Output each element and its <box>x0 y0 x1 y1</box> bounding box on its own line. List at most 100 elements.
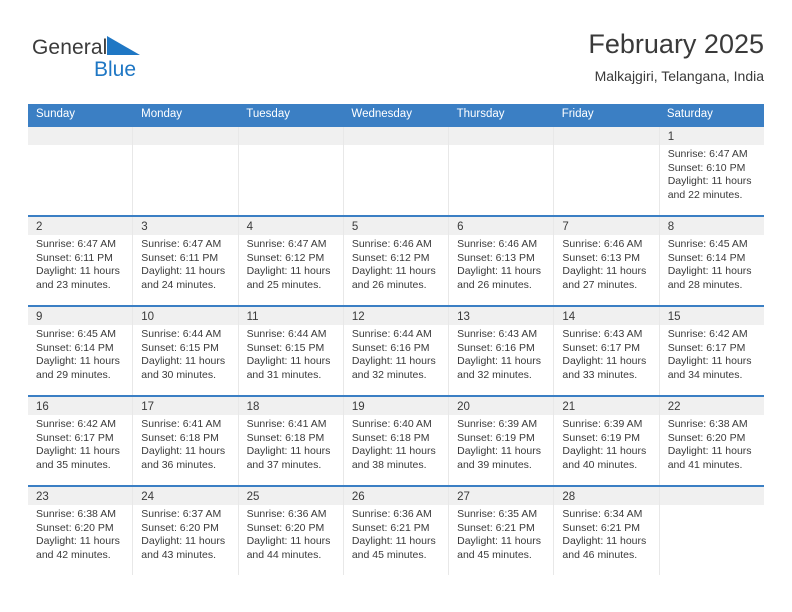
daylight-text-line2: and 32 minutes. <box>351 368 427 381</box>
day-cell[interactable]: 26 Sunrise: 6:36 AM Sunset: 6:21 PM Dayligh… <box>343 487 450 575</box>
sunrise-text: Sunrise: 6:43 AM <box>457 328 538 340</box>
day-number: 18 <box>246 401 260 413</box>
day-cell[interactable]: 1 Sunrise: 6:47 AM Sunset: 6:10 PM Daylight… <box>659 127 764 215</box>
day-cell[interactable] <box>28 127 134 215</box>
daylight-text-line2: and 29 minutes. <box>36 368 111 381</box>
sunset-text: Sunset: 6:16 PM <box>351 341 430 354</box>
daylight-text-line1: Daylight: 11 hours <box>351 265 436 277</box>
daylight-text-line2: and 42 minutes. <box>36 548 111 561</box>
day-cell[interactable]: 16 Sunrise: 6:42 AM Sunset: 6:17 PM Dayligh… <box>28 397 134 485</box>
sunset-text: Sunset: 6:18 PM <box>246 431 325 444</box>
day-number-band: 15 <box>659 307 764 325</box>
sunset-text: Sunset: 6:14 PM <box>36 341 114 354</box>
day-number-band <box>449 127 554 145</box>
daylight-text-line1: Daylight: 11 hours <box>246 535 331 547</box>
daylight-text-line2: and 25 minutes. <box>246 278 322 291</box>
daylight-text-line1: Daylight: 11 hours <box>246 265 331 277</box>
sunset-text: Sunset: 6:21 PM <box>351 521 430 534</box>
sunset-text: Sunset: 6:20 PM <box>667 431 746 444</box>
day-cell[interactable]: 11 Sunrise: 6:44 AM Sunset: 6:15 PM Dayligh… <box>238 307 344 395</box>
sunrise-text: Sunrise: 6:38 AM <box>667 418 748 430</box>
day-number: 4 <box>246 221 253 233</box>
day-details <box>239 145 343 148</box>
sunset-text: Sunset: 6:17 PM <box>36 431 114 444</box>
sunset-text: Sunset: 6:11 PM <box>141 251 219 264</box>
day-cell[interactable]: 15 Sunrise: 6:42 AM Sunset: 6:17 PM Dayligh… <box>659 307 764 395</box>
day-number-band: 11 <box>238 307 343 325</box>
day-cell[interactable]: 3 Sunrise: 6:47 AM Sunset: 6:11 PM Daylight… <box>133 217 239 305</box>
day-cell[interactable] <box>449 127 555 215</box>
week-row: 9 Sunrise: 6:45 AM Sunset: 6:14 PM Daylight… <box>28 305 764 395</box>
daylight-text-line1: Daylight: 11 hours <box>562 445 647 457</box>
sunrise-text: Sunrise: 6:43 AM <box>562 328 643 340</box>
day-cell[interactable]: 28 Sunrise: 6:34 AM Sunset: 6:21 PM Dayligh… <box>554 487 660 575</box>
day-cell[interactable]: 8 Sunrise: 6:45 AM Sunset: 6:14 PM Daylight… <box>659 217 764 305</box>
sunrise-text: Sunrise: 6:47 AM <box>246 238 327 250</box>
day-number-band: 21 <box>554 397 659 415</box>
day-cell[interactable]: 13 Sunrise: 6:43 AM Sunset: 6:16 PM Dayligh… <box>449 307 555 395</box>
daylight-text-line1: Daylight: 11 hours <box>141 355 226 367</box>
day-number-band: 13 <box>449 307 554 325</box>
day-cell[interactable]: 4 Sunrise: 6:47 AM Sunset: 6:12 PM Daylight… <box>238 217 344 305</box>
sunset-text: Sunset: 6:20 PM <box>36 521 114 534</box>
day-number: 1 <box>667 131 675 143</box>
day-cell[interactable]: 12 Sunrise: 6:44 AM Sunset: 6:16 PM Dayligh… <box>343 307 450 395</box>
weekday-header-wednesday: Wednesday <box>351 108 412 120</box>
sunrise-text: Sunrise: 6:41 AM <box>141 418 222 430</box>
day-number-band: 24 <box>133 487 238 505</box>
day-cell[interactable]: 10 Sunrise: 6:44 AM Sunset: 6:15 PM Dayligh… <box>133 307 239 395</box>
sunset-text: Sunset: 6:12 PM <box>246 251 325 264</box>
day-cell[interactable]: 24 Sunrise: 6:37 AM Sunset: 6:20 PM Dayligh… <box>133 487 239 575</box>
day-details <box>660 505 764 508</box>
sunrise-text: Sunrise: 6:45 AM <box>36 328 116 340</box>
day-cell[interactable]: 27 Sunrise: 6:35 AM Sunset: 6:21 PM Dayligh… <box>449 487 555 575</box>
daylight-text-line2: and 34 minutes. <box>667 368 743 381</box>
day-cell[interactable] <box>554 127 660 215</box>
sunrise-text: Sunrise: 6:47 AM <box>141 238 222 250</box>
day-number-band: 3 <box>133 217 238 235</box>
day-details: Sunrise: 6:37 AM Sunset: 6:20 PM Daylight:… <box>133 505 237 562</box>
day-cell[interactable] <box>659 487 764 575</box>
day-cell[interactable]: 20 Sunrise: 6:39 AM Sunset: 6:19 PM Dayligh… <box>449 397 555 485</box>
day-details: Sunrise: 6:43 AM Sunset: 6:16 PM Daylight:… <box>449 325 553 382</box>
sunset-text: Sunset: 6:16 PM <box>457 341 535 354</box>
daylight-text-line2: and 30 minutes. <box>141 368 216 381</box>
day-cell[interactable]: 5 Sunrise: 6:46 AM Sunset: 6:12 PM Daylight… <box>343 217 450 305</box>
day-cell[interactable]: 19 Sunrise: 6:40 AM Sunset: 6:18 PM Dayligh… <box>343 397 450 485</box>
daylight-text-line2: and 36 minutes. <box>141 458 216 471</box>
daylight-text-line2: and 44 minutes. <box>246 548 322 561</box>
day-cell[interactable] <box>133 127 239 215</box>
daylight-text-line1: Daylight: 11 hours <box>141 445 226 457</box>
day-cell[interactable]: 9 Sunrise: 6:45 AM Sunset: 6:14 PM Daylight… <box>28 307 134 395</box>
day-cell[interactable]: 23 Sunrise: 6:38 AM Sunset: 6:20 PM Dayligh… <box>28 487 134 575</box>
day-details: Sunrise: 6:45 AM Sunset: 6:14 PM Daylight:… <box>28 325 132 382</box>
brand-logo[interactable]: General Blue <box>32 36 232 92</box>
sunrise-text: Sunrise: 6:47 AM <box>36 238 116 250</box>
day-details: Sunrise: 6:45 AM Sunset: 6:14 PM Daylight:… <box>660 235 764 292</box>
day-details <box>344 145 448 148</box>
sunrise-text: Sunrise: 6:44 AM <box>141 328 222 340</box>
daylight-text-line1: Daylight: 11 hours <box>667 175 752 187</box>
day-cell[interactable]: 7 Sunrise: 6:46 AM Sunset: 6:13 PM Daylight… <box>554 217 660 305</box>
day-number-band: 22 <box>659 397 764 415</box>
day-number: 11 <box>246 311 259 323</box>
day-cell[interactable]: 18 Sunrise: 6:41 AM Sunset: 6:18 PM Dayligh… <box>238 397 344 485</box>
day-cell[interactable]: 21 Sunrise: 6:39 AM Sunset: 6:19 PM Dayligh… <box>554 397 660 485</box>
day-details: Sunrise: 6:36 AM Sunset: 6:20 PM Daylight:… <box>239 505 343 562</box>
daylight-text-line2: and 39 minutes. <box>457 458 532 471</box>
day-cell[interactable]: 25 Sunrise: 6:36 AM Sunset: 6:20 PM Dayligh… <box>238 487 344 575</box>
day-cell[interactable]: 6 Sunrise: 6:46 AM Sunset: 6:13 PM Daylight… <box>449 217 555 305</box>
daylight-text-line1: Daylight: 11 hours <box>351 535 436 547</box>
day-cell[interactable]: 2 Sunrise: 6:47 AM Sunset: 6:11 PM Daylight… <box>28 217 134 305</box>
day-number-band <box>238 127 343 145</box>
week-row: 1 Sunrise: 6:47 AM Sunset: 6:10 PM Daylight… <box>28 125 764 215</box>
sunset-text: Sunset: 6:12 PM <box>351 251 430 264</box>
day-cell[interactable] <box>343 127 450 215</box>
day-cell[interactable]: 17 Sunrise: 6:41 AM Sunset: 6:18 PM Dayligh… <box>133 397 239 485</box>
day-cell[interactable] <box>238 127 344 215</box>
triangle-icon <box>107 36 141 61</box>
day-cell[interactable]: 22 Sunrise: 6:38 AM Sunset: 6:20 PM Dayligh… <box>659 397 764 485</box>
sunrise-text: Sunrise: 6:46 AM <box>457 238 538 250</box>
day-cell[interactable]: 14 Sunrise: 6:43 AM Sunset: 6:17 PM Dayligh… <box>554 307 660 395</box>
daylight-text-line1: Daylight: 11 hours <box>246 355 331 367</box>
